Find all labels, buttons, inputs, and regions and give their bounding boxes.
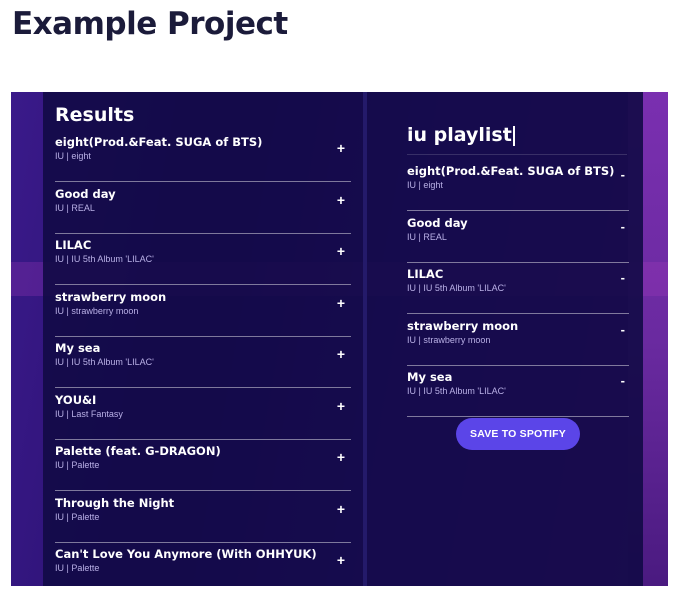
track-meta: IU | strawberry moon [407,334,491,345]
track-meta: IU | IU 5th Album 'LILAC' [407,386,506,396]
track-name: strawberry moon [55,289,167,304]
result-track: strawberry moon IU | strawberry moon + [55,287,351,337]
add-track-button[interactable]: + [337,140,345,156]
remove-track-button[interactable]: - [621,167,625,182]
track-meta: IU | IU 5th Album 'LILAC' [407,283,506,293]
add-track-button[interactable]: + [337,346,345,362]
add-track-button[interactable]: + [337,398,345,414]
results-panel: Results eight(Prod.&Feat. SUGA of BTS) I… [43,92,363,586]
track-name: eight(Prod.&Feat. SUGA of BTS) [407,164,615,178]
remove-track-button[interactable]: - [621,270,625,285]
track-meta: IU | Palette [55,563,100,573]
results-title: Results [55,104,135,126]
track-meta: IU | IU 5th Album 'LILAC' [55,357,154,367]
track-name: Good day [55,186,116,201]
add-track-button[interactable]: + [337,243,345,259]
text-cursor [512,125,515,146]
result-track: eight(Prod.&Feat. SUGA of BTS) IU | eigh… [55,132,351,182]
track-name: strawberry moon [407,318,519,333]
result-track: Palette (feat. G-DRAGON) IU | Palette + [55,441,351,491]
track-meta: IU | REAL [55,202,95,213]
playlist-list: eight(Prod.&Feat. SUGA of BTS) IU | eigh… [407,161,629,419]
track-name: eight(Prod.&Feat. SUGA of BTS) [55,135,263,149]
playlist-track: LILAC IU | IU 5th Album 'LILAC' - [407,264,629,314]
track-meta: IU | REAL [407,231,447,242]
page-title: Example Project [12,6,288,42]
track-meta: IU | IU 5th Album 'LILAC' [55,254,154,264]
playlist-track: eight(Prod.&Feat. SUGA of BTS) IU | eigh… [407,161,629,211]
result-track: LILAC IU | IU 5th Album 'LILAC' + [55,235,351,285]
track-name: Can't Love You Anymore (With OHHYUK) [55,547,317,561]
track-meta: IU | Last Fantasy [55,408,123,419]
playlist-track: My sea IU | IU 5th Album 'LILAC' - [407,367,629,417]
result-track: Through the Night IU | Palette + [55,493,351,543]
playlist-track: strawberry moon IU | strawberry moon - [407,316,629,366]
playlist-name-text: iu playlist [407,124,512,146]
app-screenshot: Results eight(Prod.&Feat. SUGA of BTS) I… [11,92,668,586]
track-name: LILAC [55,238,92,252]
track-name: Through the Night [55,495,175,510]
track-meta: IU | eight [55,151,91,161]
results-list: eight(Prod.&Feat. SUGA of BTS) IU | eigh… [55,132,351,586]
track-meta: IU | Palette [55,511,100,522]
add-track-button[interactable]: + [337,501,345,517]
result-track: YOU&I IU | Last Fantasy + [55,390,351,440]
result-track: Good day IU | REAL + [55,184,351,234]
result-track: Can't Love You Anymore (With OHHYUK) IU … [55,544,351,586]
save-to-spotify-button[interactable]: SAVE TO SPOTIFY [456,418,580,450]
track-name: My sea [55,341,101,355]
track-name: LILAC [407,267,444,281]
add-track-button[interactable]: + [337,192,345,208]
track-meta: IU | eight [407,180,443,190]
remove-track-button[interactable]: - [621,322,625,337]
add-track-button[interactable]: + [337,295,345,311]
playlist-name-input[interactable]: iu playlist [407,124,627,155]
playlist-panel: iu playlist eight(Prod.&Feat. SUGA of BT… [363,92,643,586]
track-name: My sea [407,370,453,384]
add-track-button[interactable]: + [337,552,345,568]
track-meta: IU | strawberry moon [55,305,139,316]
track-name: YOU&I [55,392,97,407]
remove-track-button[interactable]: - [621,373,625,388]
result-track: My sea IU | IU 5th Album 'LILAC' + [55,338,351,388]
add-track-button[interactable]: + [337,449,345,465]
track-meta: IU | Palette [55,460,100,470]
playlist-track: Good day IU | REAL - [407,213,629,263]
track-name: Palette (feat. G-DRAGON) [55,444,221,458]
track-name: Good day [407,215,468,230]
remove-track-button[interactable]: - [621,219,625,234]
